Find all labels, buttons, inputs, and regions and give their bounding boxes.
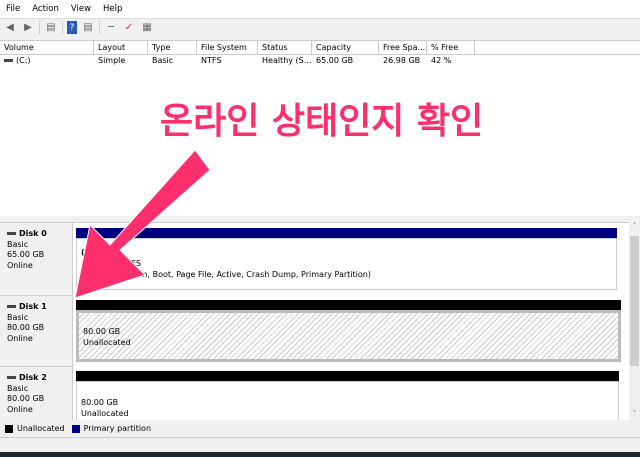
cell-file-system: NTFS (201, 56, 222, 65)
partition-bar (76, 300, 621, 310)
scroll-up-icon[interactable]: ˄ (629, 222, 640, 230)
col-capacity[interactable]: Capacity (312, 41, 379, 54)
disk-size: 80.00 GB (7, 394, 45, 403)
disk-size: 80.00 GB (7, 323, 45, 332)
legend-unallocated: Unallocated (17, 424, 65, 433)
disk-state: Online (7, 333, 33, 343)
cell-capacity: 65.00 GB (316, 56, 354, 65)
disk-1[interactable]: Disk 1 Basic 80.00 GB Online 80.00 GB Un… (0, 296, 629, 367)
partition-status: Healthy (System, Boot, Page File, Active… (81, 270, 371, 279)
connect-icon[interactable]: ─ (104, 21, 118, 34)
col-percent-free[interactable]: % Free (427, 41, 475, 54)
disk-state: Online (7, 404, 33, 414)
toolbar: ◀ ▶ ▤ ? ▤ ─ ✓ ▦ (0, 18, 640, 36)
disk-type: Basic (7, 383, 29, 393)
settings-icon[interactable]: ▦ (140, 21, 154, 34)
disk-icon (7, 305, 16, 308)
taskbar (0, 452, 640, 457)
cell-volume: (C:) (16, 56, 31, 65)
menu-bar: File Action View Help (0, 0, 640, 18)
properties-icon[interactable]: ▤ (81, 21, 95, 34)
legend-swatch-unallocated (5, 424, 13, 433)
partition-size: 80.00 GB (81, 398, 119, 407)
partition-size: 65.00 GB NTFS (81, 259, 142, 268)
partition-bar (76, 371, 619, 381)
scroll-down-icon[interactable]: ˅ (629, 410, 640, 418)
back-icon[interactable]: ◀ (3, 21, 17, 34)
toolbar-separator (99, 21, 100, 34)
col-type[interactable]: Type (148, 41, 197, 54)
unallocated-region[interactable]: 80.00 GB Unallocated (76, 300, 621, 362)
unallocated-region[interactable]: 80.00 GB Unallocated (76, 371, 619, 420)
disk-label: Disk 1 Basic 80.00 GB Online (0, 296, 73, 367)
partition-body: (C:) 65.00 GB NTFS Healthy (System, Boot… (76, 238, 617, 290)
toolbar-separator (39, 21, 40, 34)
toolbar-separator (62, 21, 63, 34)
disk-2[interactable]: Disk 2 Basic 80.00 GB Online 80.00 GB Un… (0, 367, 629, 420)
cell-free-space: 26.98 GB (383, 56, 421, 65)
forward-icon[interactable]: ▶ (21, 21, 35, 34)
partition-body: 80.00 GB Unallocated (76, 310, 621, 362)
disk-size: 65.00 GB (7, 250, 45, 259)
menu-view[interactable]: View (71, 4, 91, 14)
legend-primary-partition: Primary partition (83, 424, 152, 433)
cell-percent-free: 42 % (431, 56, 452, 65)
disk-0[interactable]: Disk 0 Basic 65.00 GB Online (C:) 65.00 … (0, 223, 629, 296)
drive-icon (4, 59, 13, 62)
partition-size: 80.00 GB (83, 327, 121, 336)
cell-layout: Simple (98, 56, 126, 65)
col-volume[interactable]: Volume (0, 41, 94, 54)
disk-state: Online (7, 260, 33, 270)
console-tree-icon[interactable]: ▤ (44, 21, 58, 34)
status-bar (0, 437, 640, 452)
disk-label: Disk 2 Basic 80.00 GB Online (0, 367, 73, 420)
partition-c[interactable]: (C:) 65.00 GB NTFS Healthy (System, Boot… (76, 228, 617, 290)
disk-name: Disk 2 (19, 373, 47, 382)
partition-bar (76, 228, 617, 238)
cell-type: Basic (152, 56, 174, 65)
disk-map: Disk 0 Basic 65.00 GB Online (C:) 65.00 … (0, 222, 629, 420)
menu-file[interactable]: File (6, 4, 20, 14)
disk-name: Disk 0 (19, 229, 47, 238)
partition-body: 80.00 GB Unallocated (76, 381, 619, 420)
disk-icon (7, 232, 16, 235)
scrollbar-thumb[interactable] (630, 236, 639, 366)
volume-list-header: Volume Layout Type File System Status Ca… (0, 41, 640, 55)
disk-type: Basic (7, 239, 29, 249)
legend: Unallocated Primary partition (0, 421, 640, 436)
partition-title: (C:) (81, 248, 98, 257)
disk-type: Basic (7, 312, 29, 322)
cell-status: Healthy (S... (262, 56, 312, 65)
checklist-icon[interactable]: ✓ (122, 21, 136, 34)
disk-label: Disk 0 Basic 65.00 GB Online (0, 223, 73, 296)
legend-swatch-primary (71, 424, 80, 433)
col-free-space[interactable]: Free Spa... (379, 41, 427, 54)
col-status[interactable]: Status (258, 41, 312, 54)
disk-name: Disk 1 (19, 302, 47, 311)
disk-icon (7, 376, 16, 379)
partition-status: Unallocated (83, 338, 131, 347)
partition-status: Unallocated (81, 409, 129, 418)
table-row[interactable]: (C:) Simple Basic NTFS Healthy (S... 65.… (0, 55, 640, 67)
col-file-system[interactable]: File System (197, 41, 258, 54)
col-layout[interactable]: Layout (94, 41, 148, 54)
menu-help[interactable]: Help (103, 4, 122, 14)
help-icon[interactable]: ? (67, 21, 77, 34)
menu-action[interactable]: Action (32, 4, 59, 14)
annotation-text: 온라인 상태인지 확인 (160, 101, 484, 142)
vertical-scrollbar[interactable]: ˄ ˅ (629, 222, 640, 420)
